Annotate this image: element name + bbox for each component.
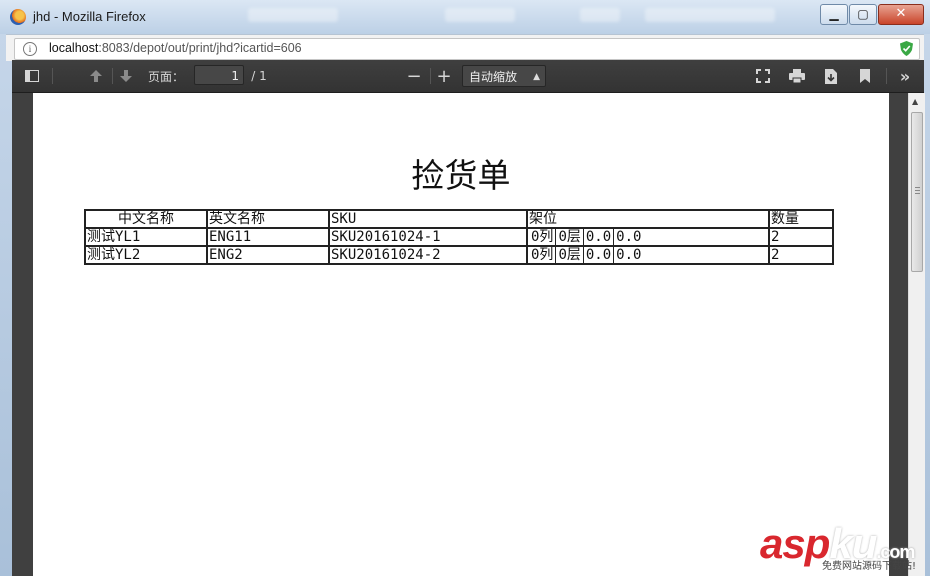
firefox-window: jhd - Mozilla Firefox ▁ ▢ ✕ i localhost:… <box>0 0 930 576</box>
bookmark-icon <box>860 69 870 83</box>
minimize-icon: ▁ <box>829 7 839 21</box>
previous-page-button[interactable] <box>86 66 106 86</box>
location-column: 0列 <box>531 229 554 245</box>
header-cn-name: 中文名称 <box>84 209 208 229</box>
blurred-tab-area <box>645 8 775 22</box>
url-text[interactable]: localhost:8083/depot/out/print/jhd?icart… <box>49 41 302 55</box>
toolbar-divider <box>430 68 431 84</box>
cell-sku: SKU20161024-2 <box>328 245 528 265</box>
cell-cn-name: 测试YL2 <box>84 245 208 265</box>
pdf-toolbar: 页面： 1 / 1 − + 自动缩放 ▲ » <box>12 60 924 93</box>
table-header-row: 中文名称 英文名称 SKU 架位 数量 <box>84 209 834 229</box>
document-title: 捡货单 <box>411 156 511 195</box>
cell-qty: 2 <box>768 245 834 265</box>
double-chevron-right-icon: » <box>899 66 911 86</box>
watermark-tagline: 免费网站源码下载站! <box>822 561 917 572</box>
maximize-icon: ▢ <box>857 7 869 21</box>
location-layer: 0层 <box>555 229 582 245</box>
header-en-name: 英文名称 <box>206 209 330 229</box>
sidebar-toggle-button[interactable] <box>22 66 42 86</box>
header-sku: SKU <box>328 209 528 229</box>
location-y: 0.0 <box>613 247 643 263</box>
arrow-up-icon <box>90 70 102 82</box>
printer-icon <box>789 69 805 83</box>
location-y: 0.0 <box>613 229 643 245</box>
toolbar-divider <box>886 68 887 84</box>
page-total: / 1 <box>251 69 267 83</box>
cell-sku: SKU20161024-1 <box>328 227 528 247</box>
maximize-button[interactable]: ▢ <box>849 4 877 25</box>
minimize-button[interactable]: ▁ <box>820 4 848 25</box>
firefox-logo-icon <box>10 9 26 25</box>
watermark-brand-a: asp <box>760 520 830 567</box>
cell-en-name: ENG11 <box>206 227 330 247</box>
minus-icon: − <box>406 65 422 87</box>
fullscreen-icon <box>756 69 770 83</box>
info-icon[interactable]: i <box>23 42 37 56</box>
zoom-select[interactable]: 自动缩放 ▲ <box>462 65 546 87</box>
download-button[interactable] <box>820 66 842 86</box>
tools-button[interactable]: » <box>894 66 916 86</box>
cell-location: 0列 0层 0.0 0.0 <box>526 227 770 247</box>
url-bar[interactable]: i localhost:8083/depot/out/print/jhd?ica… <box>14 38 920 60</box>
location-x: 0.0 <box>582 247 613 263</box>
bookmark-button[interactable] <box>854 66 876 86</box>
window-title: jhd - Mozilla Firefox <box>33 9 146 24</box>
zoom-out-button[interactable]: − <box>404 65 424 87</box>
blurred-tab-area <box>445 8 515 22</box>
zoom-in-button[interactable]: + <box>434 65 454 87</box>
header-qty: 数量 <box>768 209 834 229</box>
page-number-input[interactable]: 1 <box>194 65 244 85</box>
picking-table: 中文名称 英文名称 SKU 架位 数量 测试YL1 ENG11 SKU20161… <box>84 209 834 265</box>
location-layer: 0层 <box>555 247 582 263</box>
presentation-mode-button[interactable] <box>752 66 774 86</box>
download-icon <box>825 68 837 84</box>
arrow-down-icon <box>120 70 132 82</box>
shield-icon[interactable] <box>900 41 913 56</box>
url-host: localhost <box>49 41 99 55</box>
cell-location: 0列 0层 0.0 0.0 <box>526 245 770 265</box>
close-icon: ✕ <box>895 6 907 21</box>
window-controls: ▁ ▢ ✕ <box>819 4 924 25</box>
print-button[interactable] <box>786 66 808 86</box>
title-bar: jhd - Mozilla Firefox ▁ ▢ ✕ <box>0 0 930 34</box>
toolbar-divider <box>112 68 113 84</box>
location-x: 0.0 <box>582 229 613 245</box>
cell-en-name: ENG2 <box>206 245 330 265</box>
header-location: 架位 <box>526 209 770 229</box>
vertical-scrollbar[interactable]: ▲ <box>908 93 925 576</box>
next-page-button[interactable] <box>116 66 136 86</box>
zoom-value: 自动缩放 <box>469 70 518 84</box>
chevron-updown-icon: ▲ <box>533 72 540 82</box>
pdf-viewer-container: 捡货单 中文名称 英文名称 SKU 架位 数量 测试YL1 ENG11 SKU2… <box>12 93 908 576</box>
blurred-tab-area <box>248 8 338 22</box>
pdf-page: 捡货单 中文名称 英文名称 SKU 架位 数量 测试YL1 ENG11 SKU2… <box>33 93 889 576</box>
location-column: 0列 <box>531 247 554 263</box>
close-button[interactable]: ✕ <box>878 4 924 25</box>
page-label: 页面： <box>147 69 184 84</box>
cell-cn-name: 测试YL1 <box>84 227 208 247</box>
plus-icon: + <box>436 65 452 87</box>
cell-qty: 2 <box>768 227 834 247</box>
blurred-tab-area <box>580 8 620 22</box>
toolbar-divider <box>52 68 53 84</box>
navigation-bar: i localhost:8083/depot/out/print/jhd?ica… <box>6 34 924 61</box>
scroll-up-arrow-icon[interactable]: ▲ <box>912 97 918 106</box>
scrollbar-thumb[interactable] <box>911 112 923 272</box>
table-row: 测试YL1 ENG11 SKU20161024-1 0列 0层 0.0 0.0 2 <box>84 227 834 247</box>
sidebar-icon <box>25 70 39 82</box>
grip-icon <box>915 187 920 188</box>
table-row: 测试YL2 ENG2 SKU20161024-2 0列 0层 0.0 0.0 2 <box>84 245 834 265</box>
url-path: :8083/depot/out/print/jhd?icartid=606 <box>98 41 302 55</box>
